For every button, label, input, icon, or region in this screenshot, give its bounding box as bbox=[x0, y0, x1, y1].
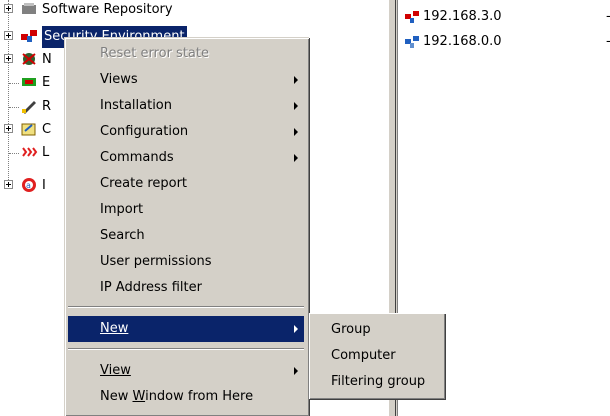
tree-item-label: L bbox=[42, 145, 50, 160]
submenu-arrow-icon bbox=[294, 325, 298, 333]
tree-item-label: E bbox=[42, 75, 51, 90]
svg-text:a: a bbox=[26, 181, 31, 190]
menu-item-import[interactable]: Import bbox=[68, 197, 304, 223]
software-repository-icon bbox=[22, 3, 36, 14]
list-row[interactable]: 192.168.0.0 - bbox=[398, 32, 610, 52]
tree-item-label: R bbox=[42, 99, 52, 114]
menu-item-user-permissions[interactable]: User permissions bbox=[68, 249, 304, 275]
list-row-value: - bbox=[606, 7, 610, 27]
menu-item-label: Views bbox=[100, 72, 138, 87]
menu-item-label: Import bbox=[100, 202, 144, 217]
menu-item-label: Filtering group bbox=[331, 374, 426, 389]
menu-item-label: Commands bbox=[100, 150, 174, 165]
submenu-arrow-icon bbox=[294, 154, 298, 162]
submenu-arrow-icon bbox=[294, 128, 298, 136]
tree-connector bbox=[9, 153, 19, 154]
security-environment-icon bbox=[21, 30, 37, 42]
menu-item-create-report[interactable]: Create report bbox=[68, 171, 304, 197]
submenu-arrow-icon bbox=[294, 367, 298, 375]
menu-item-label: New bbox=[100, 321, 129, 336]
info-icon: a bbox=[22, 178, 36, 192]
list-row[interactable]: 192.168.3.0 - bbox=[398, 7, 610, 27]
tree-item-label: N bbox=[42, 52, 52, 67]
menu-item-installation[interactable]: Installation bbox=[68, 93, 304, 119]
menu-item-label: View bbox=[100, 363, 131, 378]
context-menu[interactable]: Reset error state Views Installation Con… bbox=[64, 37, 309, 416]
submenu-item-filtering-group[interactable]: Filtering group bbox=[312, 369, 440, 395]
menu-item-label: Configuration bbox=[100, 124, 189, 139]
menu-item-commands[interactable]: Commands bbox=[68, 145, 304, 171]
tree-item-e[interactable]: E bbox=[0, 72, 70, 94]
list-row-label: 192.168.3.0 bbox=[423, 9, 502, 24]
menu-item-label: Computer bbox=[331, 348, 396, 363]
submenu-arrow-icon bbox=[294, 76, 298, 84]
list-row-value: - bbox=[606, 32, 610, 52]
menu-item-configuration[interactable]: Configuration bbox=[68, 119, 304, 145]
new-submenu[interactable]: Group Computer Filtering group bbox=[309, 313, 445, 399]
menu-item-label: Installation bbox=[100, 98, 173, 113]
menu-item-label: Create report bbox=[100, 176, 188, 191]
list-row-label: 192.168.0.0 bbox=[423, 34, 502, 49]
menu-item-label: Search bbox=[100, 228, 145, 243]
menu-item-reset-error-state: Reset error state bbox=[68, 41, 304, 67]
tree-item-software-repository[interactable]: Software Repository bbox=[0, 0, 300, 21]
tree-connector bbox=[9, 83, 19, 84]
expand-icon[interactable] bbox=[4, 31, 13, 40]
tree-item-c[interactable]: C bbox=[0, 119, 70, 141]
menu-item-search[interactable]: Search bbox=[68, 223, 304, 249]
menu-separator bbox=[68, 306, 304, 308]
tree-item-label: C bbox=[42, 122, 52, 137]
menu-item-label-part: indow from Here bbox=[145, 389, 254, 404]
menu-item-label: User permissions bbox=[100, 254, 212, 269]
tree-item-l[interactable]: L bbox=[0, 142, 70, 164]
network-red-icon bbox=[405, 11, 419, 23]
menu-item-new[interactable]: New bbox=[68, 316, 304, 342]
menu-item-label-accelerator: W bbox=[132, 389, 146, 404]
menu-item-label: Reset error state bbox=[100, 46, 209, 61]
report-icon bbox=[22, 101, 36, 114]
network-icon bbox=[22, 53, 36, 65]
tree-item-label: Software Repository bbox=[42, 2, 173, 17]
expand-icon[interactable] bbox=[4, 180, 13, 189]
log-icon bbox=[22, 147, 38, 157]
menu-item-label: IP Address filter bbox=[100, 280, 202, 295]
menu-item-label: New Window from Here bbox=[100, 384, 253, 410]
submenu-arrow-icon bbox=[294, 102, 298, 110]
submenu-item-computer[interactable]: Computer bbox=[312, 343, 440, 369]
tree-item-i[interactable]: a I bbox=[0, 175, 70, 197]
expand-icon[interactable] bbox=[4, 54, 13, 63]
tree-item-n[interactable]: N bbox=[0, 49, 70, 71]
tree-item-r[interactable]: R bbox=[0, 96, 70, 118]
network-blue-icon bbox=[405, 36, 419, 48]
menu-item-label-part: New bbox=[100, 389, 133, 404]
menu-item-new-window-from-here[interactable]: New Window from Here bbox=[68, 384, 304, 410]
menu-item-label: Group bbox=[331, 322, 371, 337]
menu-item-view[interactable]: View bbox=[68, 358, 304, 384]
submenu-item-group[interactable]: Group bbox=[312, 317, 440, 343]
event-icon bbox=[22, 78, 36, 86]
menu-separator bbox=[68, 348, 304, 350]
expand-icon[interactable] bbox=[4, 124, 13, 133]
tree-connector bbox=[9, 107, 19, 108]
expand-icon[interactable] bbox=[4, 4, 13, 13]
tree-item-label: I bbox=[42, 178, 46, 193]
configuration-icon bbox=[21, 123, 36, 136]
menu-item-ip-address-filter[interactable]: IP Address filter bbox=[68, 275, 304, 301]
menu-item-views[interactable]: Views bbox=[68, 67, 304, 93]
